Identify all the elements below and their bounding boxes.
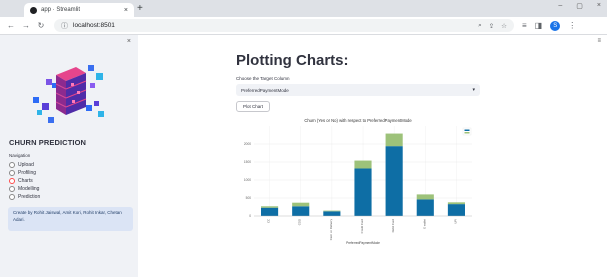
browser-tab[interactable]: app · Streamlit × <box>24 3 134 17</box>
share-icon[interactable]: ⇪ <box>489 22 494 30</box>
forward-icon[interactable]: → <box>20 21 32 30</box>
radio-icon[interactable] <box>9 194 15 200</box>
tab-bar: app · Streamlit × + – ▢ × <box>0 0 607 17</box>
window-controls: – ▢ × <box>558 2 601 10</box>
radio-icon[interactable] <box>9 186 15 192</box>
reload-icon[interactable]: ↻ <box>35 21 47 30</box>
x-tick-label: Cash on Delivery <box>329 218 333 240</box>
legend-box <box>462 127 472 136</box>
bar-segment-1 <box>385 146 403 216</box>
bar-segment-2 <box>354 160 372 169</box>
side-panel-icon[interactable]: ◨ <box>535 21 543 30</box>
bar-segment-1 <box>447 204 465 216</box>
legend-swatch-2 <box>464 132 470 134</box>
navigation-radio-group: Upload Profiling Charts Modelling Predic… <box>9 161 40 201</box>
zoom-icon[interactable]: ⌕ <box>478 22 482 30</box>
url-text: localhost:8501 <box>73 22 115 29</box>
bar-segment-2 <box>261 206 279 208</box>
minimize-icon[interactable]: – <box>558 2 562 10</box>
bar-segment-1 <box>323 211 341 216</box>
nav-option-upload[interactable]: Upload <box>9 161 40 169</box>
new-tab-button[interactable]: + <box>137 3 143 15</box>
browser-toolbar: ← → ↻ ⓘ localhost:8501 ⌕ ⇪ ☆ ≡ ◨ S ⋮ <box>0 17 607 35</box>
y-tick-label: 500 <box>246 196 252 200</box>
x-tick-label: Debit Card <box>391 219 395 233</box>
bar-segment-2 <box>416 194 434 200</box>
y-tick-label: 2000 <box>244 142 251 146</box>
y-tick-label: 1000 <box>244 178 251 182</box>
x-tick-label: E wallet <box>422 219 426 229</box>
page-title: Plotting Charts: <box>236 52 349 69</box>
tab-title: app · Streamlit <box>41 7 81 13</box>
churn-bar-chart: Churn (Yes or No) with respect to Prefer… <box>244 118 472 245</box>
select-value: PreferredPaymentMode <box>241 87 289 93</box>
x-tick-label: CC <box>267 219 271 223</box>
main-menu-icon[interactable]: ≡ <box>597 38 601 44</box>
y-tick-label: 1500 <box>244 160 251 164</box>
sidebar-close-icon[interactable]: × <box>127 38 131 45</box>
favicon-icon <box>30 6 37 14</box>
plot-chart-button[interactable]: Plot Chart <box>236 101 270 112</box>
radio-icon[interactable] <box>9 162 15 168</box>
site-info-icon[interactable]: ⓘ <box>61 21 68 31</box>
bar-segment-2 <box>385 133 403 147</box>
media-icon[interactable]: ≡ <box>522 21 527 30</box>
more-menu-icon[interactable]: ⋮ <box>568 21 576 30</box>
nav-option-label: Upload <box>18 162 34 168</box>
radio-icon[interactable] <box>9 170 15 176</box>
bar-segment-1 <box>292 206 310 216</box>
bar-segment-1 <box>416 199 434 216</box>
legend-swatch-1 <box>464 129 470 131</box>
sidebar: × CHURN PREDICTION Navigation Upload Pro… <box>0 35 138 277</box>
nav-option-prediction[interactable]: Prediction <box>9 193 40 201</box>
x-axis-label: PreferredPaymentMode <box>346 241 380 245</box>
y-tick-label: 0 <box>249 214 251 218</box>
back-icon[interactable]: ← <box>5 21 17 30</box>
bar-segment-1 <box>261 207 279 216</box>
chart-title: Churn (Yes or No) with respect to Prefer… <box>304 118 412 123</box>
nav-option-label: Charts <box>18 178 33 184</box>
close-tab-icon[interactable]: × <box>124 7 128 14</box>
maximize-icon[interactable]: ▢ <box>576 2 583 10</box>
nav-option-label: Prediction <box>18 194 41 200</box>
x-tick-label: Credit Card <box>360 219 364 234</box>
bookmark-star-icon[interactable]: ☆ <box>501 22 507 30</box>
app-title: CHURN PREDICTION <box>9 138 87 147</box>
nav-option-profiling[interactable]: Profiling <box>9 169 40 177</box>
bar-segment-1 <box>354 168 372 216</box>
bar-segment-2 <box>292 202 310 207</box>
navigation-label: Navigation <box>9 153 31 158</box>
nav-option-label: Profiling <box>18 170 37 176</box>
logo-cubes <box>33 65 104 123</box>
churn-logo-image <box>33 65 104 123</box>
chevron-down-icon: ▾ <box>472 87 475 93</box>
nav-option-label: Modelling <box>18 186 40 192</box>
x-tick-label: UPI <box>453 219 457 224</box>
close-window-icon[interactable]: × <box>597 2 601 10</box>
address-bar[interactable]: ⓘ localhost:8501 ⌕ ⇪ ☆ <box>54 19 514 32</box>
radio-selected-icon[interactable] <box>9 178 15 184</box>
bar-segment-2 <box>323 210 341 212</box>
profile-avatar[interactable]: S <box>550 20 561 31</box>
bar-segment-2 <box>447 202 465 205</box>
nav-option-charts[interactable]: Charts <box>9 177 40 185</box>
target-column-select[interactable]: PreferredPaymentMode ▾ <box>236 84 480 96</box>
nav-option-modelling[interactable]: Modelling <box>9 185 40 193</box>
target-column-label: Choose the Target Column <box>236 76 290 81</box>
credits-info-box: Create by Rohit Jaiswal, Amit Kori, Rohi… <box>8 207 133 231</box>
x-tick-label: COD <box>298 219 302 225</box>
